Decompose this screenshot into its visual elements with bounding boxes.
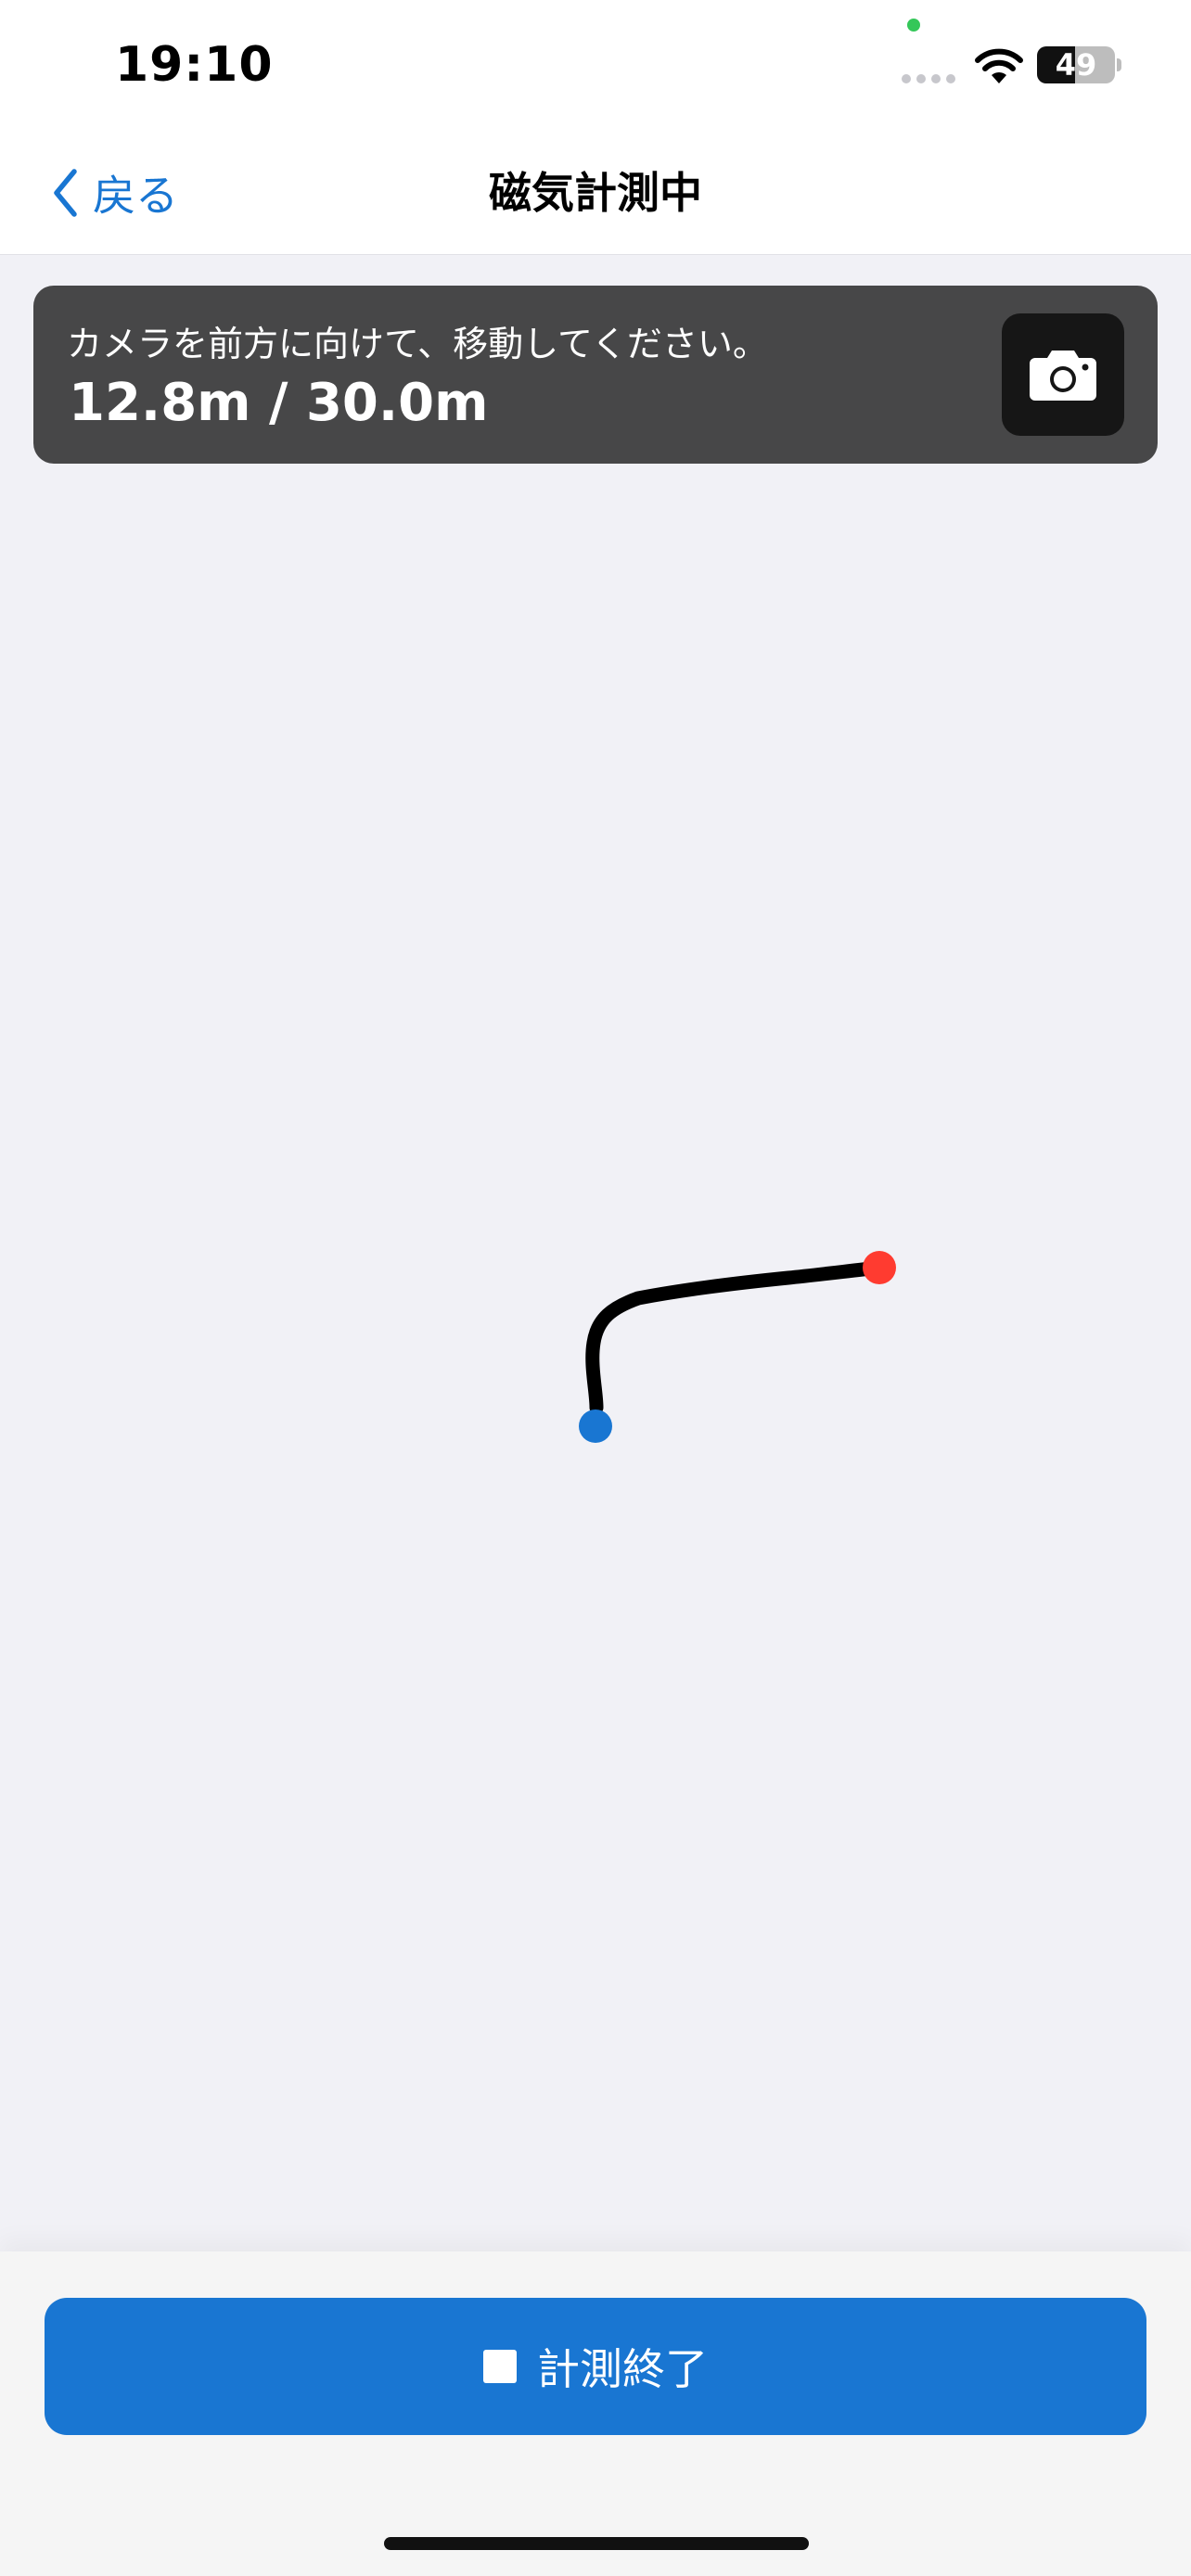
- battery-tip: [1117, 58, 1121, 71]
- stop-measurement-button[interactable]: 計測終了: [45, 2298, 1146, 2435]
- instruction-text: カメラを前方に向けて、移動してください。: [67, 324, 768, 364]
- status-bar: 19:10 49: [0, 0, 1191, 130]
- walked-path: [585, 1260, 887, 1415]
- mic-indicator-icon: [907, 19, 920, 32]
- measurement-info-panel: カメラを前方に向けて、移動してください。 12.8m / 30.0m: [33, 286, 1158, 464]
- stop-measurement-label: 計測終了: [537, 2344, 708, 2394]
- wifi-icon: [975, 48, 1023, 83]
- battery-percent: 49: [1055, 47, 1097, 83]
- battery-icon: 49: [1037, 46, 1115, 83]
- cellular-signal-icon: [902, 74, 955, 83]
- current-position-marker: [863, 1251, 896, 1284]
- bottom-action-area: 計測終了: [0, 2251, 1191, 2576]
- stop-icon: [483, 2350, 517, 2383]
- page-title: 磁気計測中: [489, 168, 702, 218]
- status-time: 19:10: [115, 37, 274, 93]
- camera-button[interactable]: [1002, 313, 1124, 436]
- path-map: [579, 1251, 896, 1443]
- home-indicator: [384, 2537, 809, 2550]
- camera-icon: [1030, 351, 1096, 401]
- navigation-bar: 戻る 磁気計測中: [0, 130, 1191, 255]
- distance-progress-text: 12.8m / 30.0m: [69, 373, 489, 433]
- start-point-marker: [579, 1409, 612, 1443]
